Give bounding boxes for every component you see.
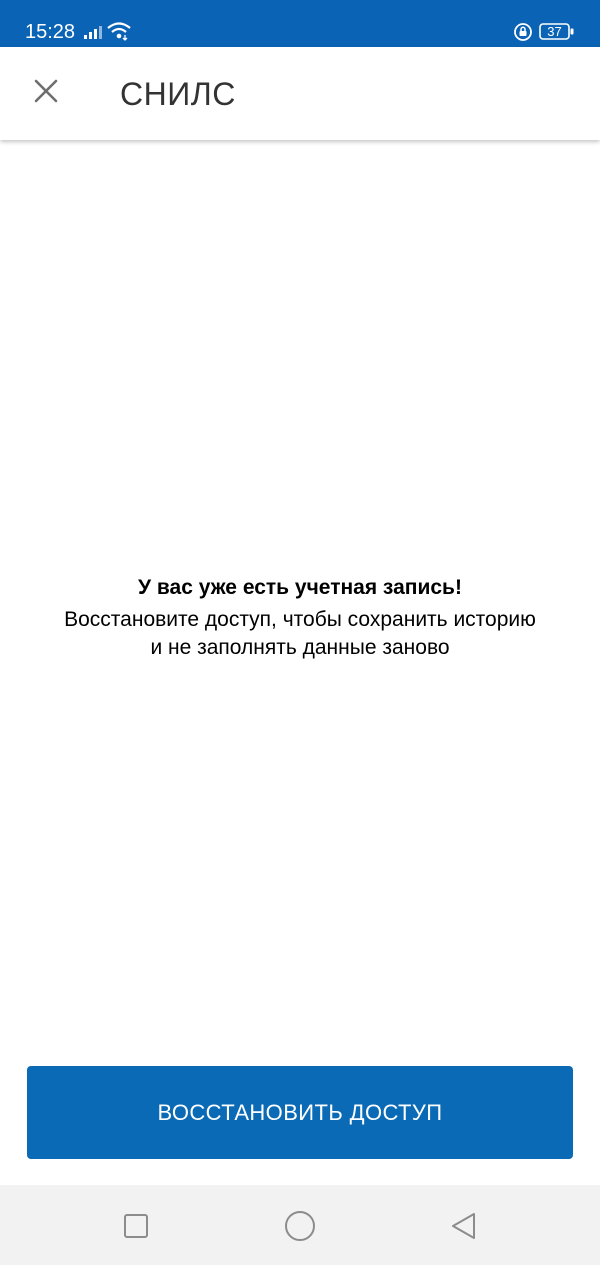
battery-icon: 37 bbox=[539, 23, 575, 40]
status-bar: 15:28 37 bbox=[0, 0, 600, 47]
wifi-icon bbox=[107, 22, 131, 41]
message-body-line1: Восстановите доступ, чтобы сохранить ист… bbox=[64, 608, 536, 631]
back-icon[interactable] bbox=[449, 1211, 477, 1241]
restore-access-button[interactable]: ВОССТАНОВИТЬ ДОСТУП bbox=[27, 1066, 573, 1159]
signal-icon bbox=[84, 26, 102, 39]
info-message: У вас уже есть учетная запись! Восстанов… bbox=[0, 574, 600, 662]
message-body: Восстановите доступ, чтобы сохранить ист… bbox=[0, 606, 600, 662]
close-icon[interactable] bbox=[24, 69, 68, 113]
status-time: 15:28 bbox=[25, 21, 76, 43]
page-title: СНИЛС bbox=[120, 76, 236, 112]
message-title: У вас уже есть учетная запись! bbox=[138, 576, 462, 599]
message-body-line2: и не заполнять данные заново bbox=[150, 636, 450, 659]
home-icon[interactable] bbox=[284, 1210, 316, 1242]
recent-apps-icon[interactable] bbox=[123, 1213, 149, 1239]
app-bar: СНИЛС bbox=[0, 47, 600, 140]
battery-level: 37 bbox=[547, 24, 562, 39]
rotation-lock-icon bbox=[514, 23, 532, 41]
screen: 15:28 37 СНИЛС У вас уже есть учетная за… bbox=[0, 0, 600, 1265]
navigation-bar bbox=[0, 1185, 600, 1265]
